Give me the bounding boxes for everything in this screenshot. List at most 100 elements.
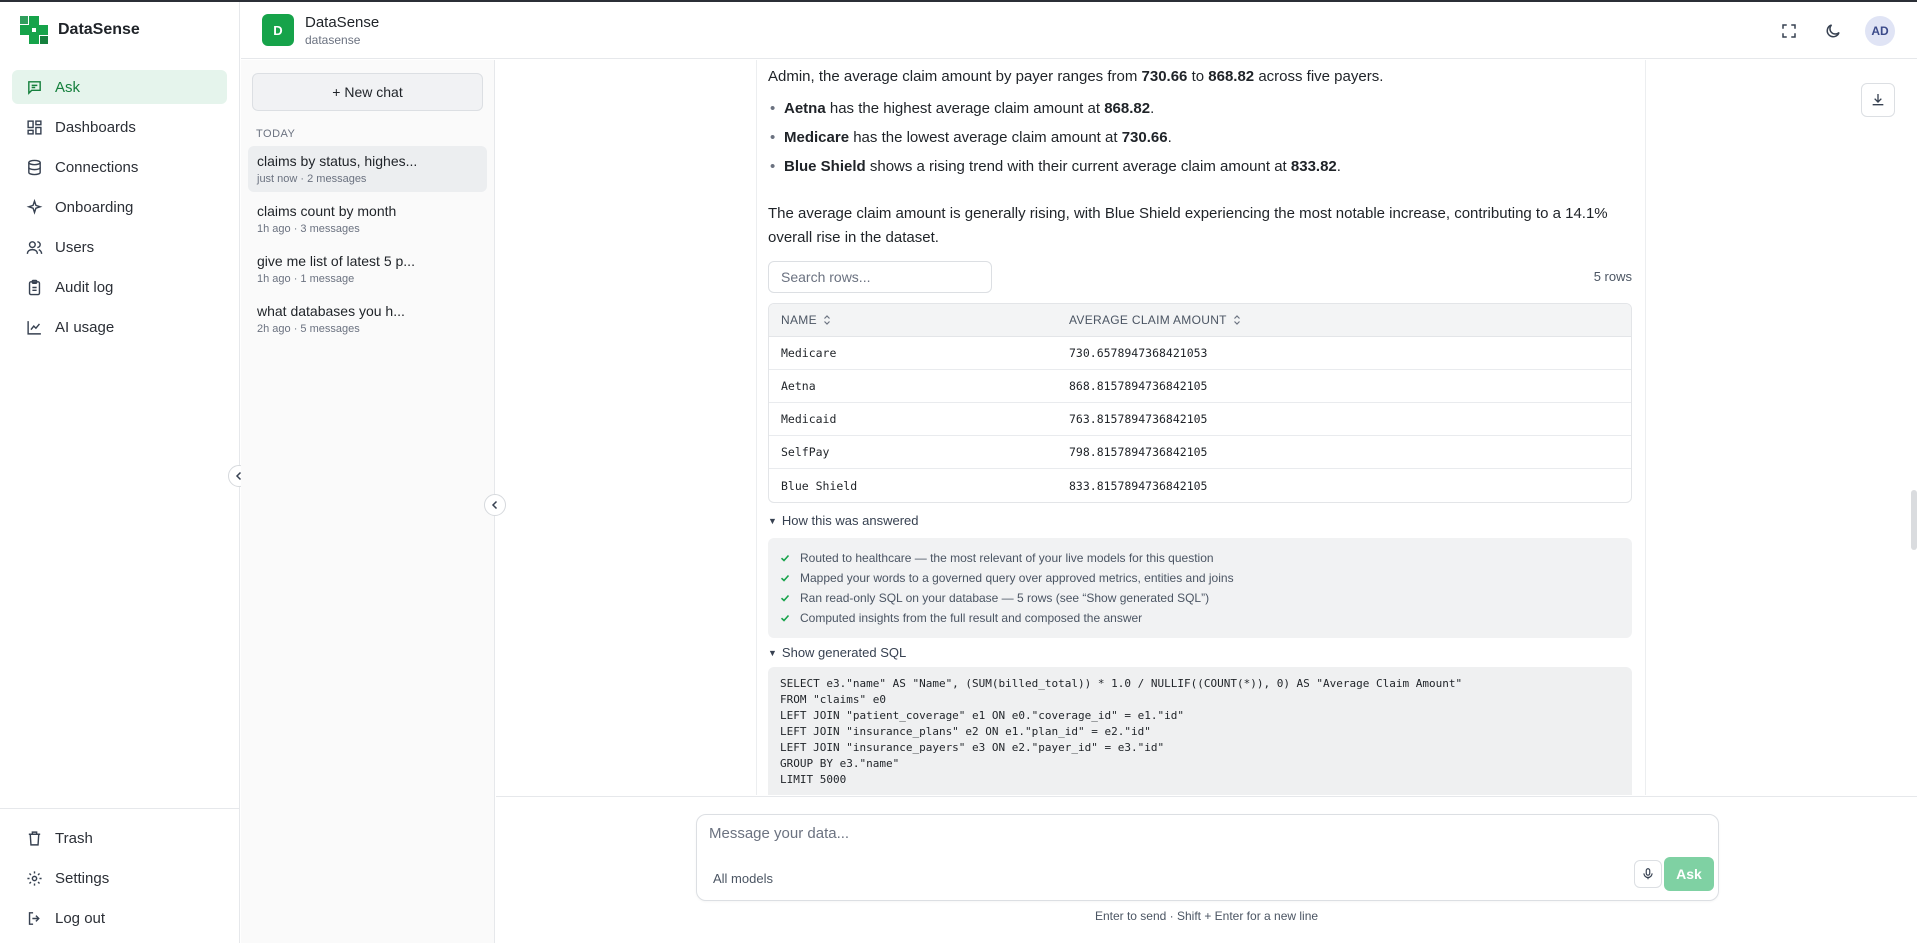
- chat-list-item[interactable]: give me list of latest 5 p... 1h ago · 1…: [248, 246, 487, 292]
- sort-icon: [823, 315, 830, 325]
- bullet-text: .: [1167, 129, 1172, 146]
- assistant-message: Admin, the average claim amount by payer…: [768, 60, 1632, 795]
- chat-meta: just now · 2 messages: [257, 173, 367, 185]
- table-row[interactable]: Medicare 730.6578947368421053: [769, 337, 1631, 370]
- how-answered-steps: Routed to healthcare — the most relevant…: [768, 538, 1632, 638]
- user-avatar[interactable]: AD: [1865, 16, 1895, 46]
- bullet-subject: Blue Shield: [784, 158, 866, 175]
- brand[interactable]: DataSense: [0, 2, 239, 58]
- workspace-logo[interactable]: D: [262, 14, 294, 46]
- column-header-name[interactable]: NAME: [769, 313, 1069, 327]
- bullet-text: .: [1150, 100, 1155, 117]
- sparkle-icon: [26, 198, 43, 215]
- expand-icon: [1782, 24, 1796, 38]
- sql-line: LEFT JOIN "insurance_payers" e3 ON e2."p…: [780, 741, 1165, 754]
- search-rows-input[interactable]: [768, 261, 992, 293]
- nav-item-users[interactable]: Users: [12, 230, 227, 264]
- cell-amount: 868.8157894736842105: [1069, 379, 1208, 393]
- scrollbar-thumb[interactable]: [1911, 490, 1917, 550]
- cell-amount: 833.8157894736842105: [1069, 478, 1208, 493]
- nav-item-ask[interactable]: Ask: [12, 70, 227, 104]
- answer-text: across five payers.: [1254, 68, 1384, 85]
- show-sql-toggle[interactable]: ▼ Show generated SQL: [768, 645, 906, 660]
- nav-label: Connections: [55, 158, 139, 176]
- nav-label: AI usage: [55, 318, 115, 336]
- chat-title: claims by status, highes...: [257, 153, 418, 169]
- chat-icon: [28, 80, 41, 95]
- cell-name: SelfPay: [781, 445, 830, 459]
- how-answered-toggle[interactable]: ▼ How this was answered: [768, 513, 918, 528]
- nav-item-settings[interactable]: Settings: [12, 861, 227, 895]
- chat-list-item[interactable]: what databases you h... 2h ago · 5 messa…: [248, 296, 487, 342]
- step-item: Ran read-only SQL on your database — 5 r…: [780, 588, 1620, 608]
- chart-line-icon: [27, 320, 41, 335]
- workspace-slug: datasense: [305, 32, 361, 47]
- table-row[interactable]: Aetna 868.8157894736842105: [769, 370, 1631, 403]
- bullet-text: .: [1336, 158, 1341, 175]
- nav-item-connections[interactable]: Connections: [12, 150, 227, 184]
- nav-item-trash[interactable]: Trash: [12, 821, 227, 855]
- brand-name: DataSense: [58, 21, 140, 38]
- export-button[interactable]: [1861, 83, 1895, 117]
- disclosure-label: How this was answered: [781, 513, 919, 528]
- new-chat-button[interactable]: + New chat: [252, 73, 483, 111]
- results-table: NAME AVERAGE CLAIM AMOUNT Medicare 730.65…: [768, 303, 1632, 503]
- chat-meta: 2h ago · 5 messages: [257, 323, 360, 335]
- model-selector[interactable]: All models: [713, 871, 773, 886]
- nav-label: Settings: [55, 869, 110, 887]
- chat-list-item[interactable]: claims count by month 1h ago · 3 message…: [248, 196, 487, 242]
- chat-list-panel: + New chat TODAY claims by status, highe…: [241, 60, 495, 943]
- bullet-subject: Medicare: [784, 129, 850, 146]
- check-icon: [780, 554, 790, 562]
- generated-sql-block[interactable]: SELECT e3."name" AS "Name", (SUM(billed_…: [768, 667, 1632, 795]
- answer-text: Admin, the average claim amount by payer…: [768, 68, 1142, 85]
- logout-icon: [28, 911, 40, 925]
- table-row[interactable]: SelfPay 798.8157894736842105: [769, 436, 1631, 469]
- cell-amount: 798.8157894736842105: [1069, 445, 1208, 459]
- answer-bullet: • Aetna has the highest average claim amo…: [770, 100, 1155, 117]
- nav-item-dashboards[interactable]: Dashboards: [12, 110, 227, 144]
- triangle-down-icon: ▼: [768, 647, 777, 658]
- bullet-text: has the highest average claim amount at: [825, 100, 1105, 117]
- table-row[interactable]: Medicaid 763.8157894736842105: [769, 403, 1631, 436]
- chat-meta: 1h ago · 3 messages: [257, 223, 360, 235]
- nav-item-log-out[interactable]: Log out: [12, 901, 227, 935]
- workspace-info[interactable]: DataSense datasense: [305, 14, 379, 47]
- ask-button[interactable]: Ask: [1664, 857, 1714, 891]
- nav-label: Audit log: [55, 278, 114, 296]
- nav-item-audit-log[interactable]: Audit log: [12, 270, 227, 304]
- cell-amount: 763.8157894736842105: [1069, 412, 1208, 426]
- nav-item-ai-usage[interactable]: AI usage: [12, 310, 227, 344]
- table-row[interactable]: Blue Shield 833.8157894736842105: [769, 469, 1631, 502]
- step-item: Routed to healthcare — the most relevant…: [780, 548, 1620, 568]
- step-text: Mapped your words to a governed query ov…: [800, 571, 1234, 585]
- check-icon: [780, 574, 790, 582]
- step-text: Computed insights from the full result a…: [800, 611, 1143, 625]
- chat-title: claims count by month: [257, 203, 397, 219]
- chat-title: give me list of latest 5 p...: [257, 253, 415, 269]
- check-icon: [780, 594, 790, 602]
- voice-input-button[interactable]: [1634, 860, 1662, 888]
- database-icon: [28, 159, 41, 175]
- step-text: Ran read-only SQL on your database — 5 r…: [800, 591, 1210, 605]
- answer-value: 730.66: [1141, 68, 1188, 85]
- sql-line: LEFT JOIN "insurance_plans" e2 ON e1."pl…: [780, 725, 1151, 738]
- check-icon: [780, 614, 790, 622]
- fullscreen-button[interactable]: [1777, 19, 1801, 43]
- theme-toggle-button[interactable]: [1821, 19, 1845, 43]
- nav-label: Dashboards: [55, 118, 136, 136]
- bullet-text: has the lowest average claim amount at: [849, 129, 1122, 146]
- column-header-average-claim-amount[interactable]: AVERAGE CLAIM AMOUNT: [1069, 313, 1629, 327]
- download-icon: [1872, 94, 1884, 106]
- table-toolbar: 5 rows: [768, 261, 1632, 293]
- composer-hint: Enter to send · Shift + Enter for a new …: [1094, 909, 1319, 923]
- chat-list-item[interactable]: claims by status, highes... just now · 2…: [248, 146, 487, 192]
- bullet-value: 833.82: [1290, 158, 1337, 175]
- step-item: Computed insights from the full result a…: [780, 608, 1620, 628]
- triangle-down-icon: ▼: [768, 515, 777, 526]
- left-navigation: DataSense Ask Dashboards Connections Onb…: [0, 2, 240, 943]
- nav-item-onboarding[interactable]: Onboarding: [12, 190, 227, 224]
- message-input[interactable]: [709, 825, 1609, 842]
- bullet-value: 730.66: [1121, 129, 1168, 146]
- chat-title: what databases you h...: [257, 303, 405, 319]
